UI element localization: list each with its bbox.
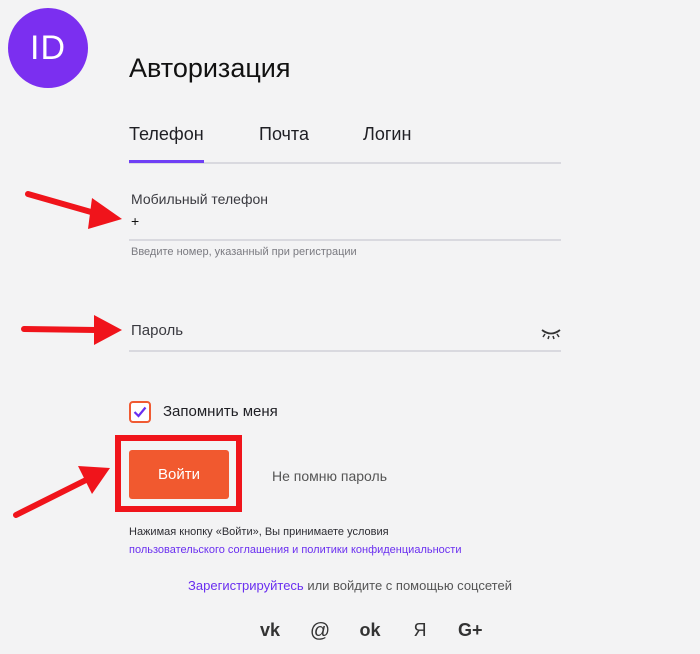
annotation-arrows <box>13 191 122 518</box>
arrow-icon <box>13 466 110 518</box>
arrow-icon <box>21 315 122 345</box>
arrow-icon <box>25 191 122 229</box>
